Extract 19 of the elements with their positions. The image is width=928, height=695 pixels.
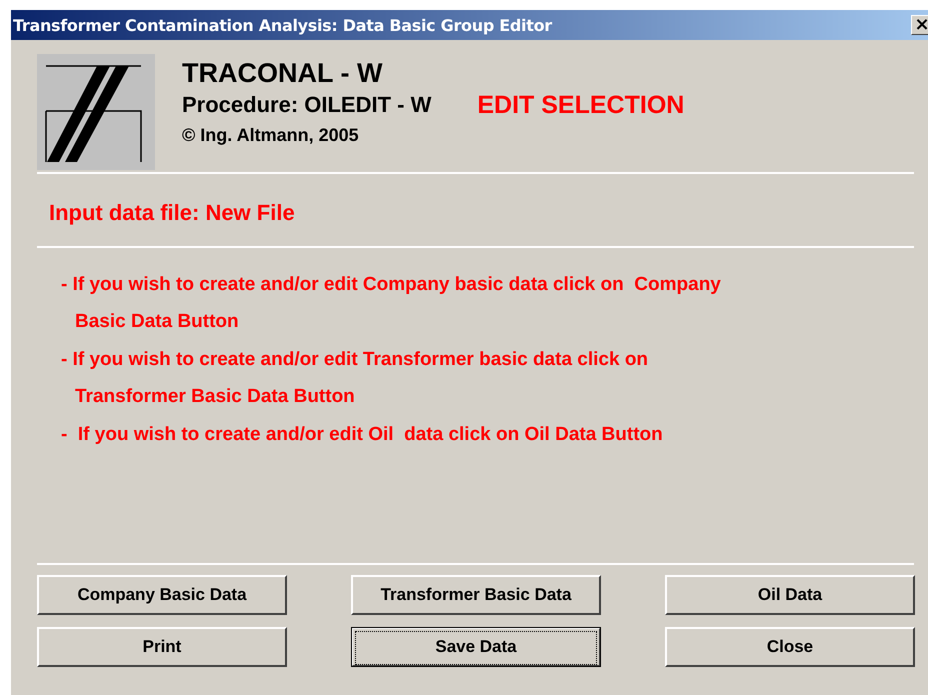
dialog-button[interactable]: Company Basic Data	[37, 575, 287, 615]
app-name: TRACONAL - W	[182, 57, 384, 90]
dialog-button[interactable]: Close	[665, 627, 915, 667]
dialog-button[interactable]: Transformer Basic Data	[351, 575, 601, 615]
instruction-text: Transformer Basic Data Button	[74, 385, 356, 409]
close-button[interactable]: ×	[911, 15, 928, 35]
instruction-text: - If you wish to create and/or edit Transformer basic data click on	[61, 348, 650, 372]
instruction-text: - If you wish to create and/or edit Company basic data click on Company	[61, 273, 722, 297]
procedure-name: Procedure: OILEDIT - W	[182, 91, 432, 119]
instruction-text: Basic Data Button	[74, 310, 240, 334]
dialog-button[interactable]: Oil Data	[665, 575, 915, 615]
dialog-button[interactable]: Print	[37, 627, 287, 667]
input-file-label: Input data file: New File	[49, 200, 296, 226]
window-title: Transformer Contamination Analysis: Data Basic Group Editor	[13, 16, 552, 34]
copyright-text: © Ing. Altmann, 2005	[182, 124, 360, 147]
instruction-text: - If you wish to create and/or edit Oil data click on Oil Data Button	[61, 423, 664, 447]
logo-icon	[37, 54, 155, 170]
dialog-button[interactable]: Save Data	[351, 627, 601, 667]
mode-label: EDIT SELECTION	[477, 90, 684, 120]
